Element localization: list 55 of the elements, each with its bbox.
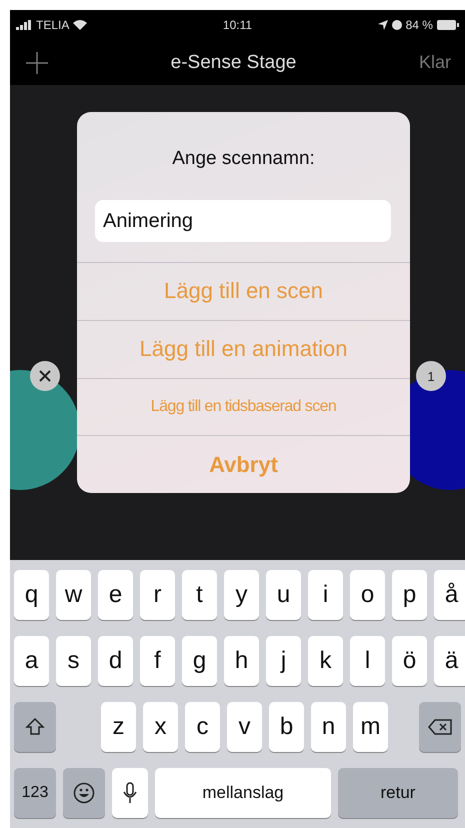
shift-icon [25,717,45,737]
key[interactable]: l [350,636,385,686]
clock-time: 10:11 [222,18,252,32]
key[interactable]: q [14,570,49,620]
key[interactable]: z [101,702,136,752]
screen-title: e-Sense Stage [170,52,296,74]
key[interactable]: v [227,702,262,752]
key[interactable]: w [56,570,91,620]
location-icon [378,20,388,30]
key[interactable]: x [143,702,178,752]
emoji-key[interactable] [63,768,105,818]
backspace-key[interactable] [419,702,461,752]
microphone-icon [123,782,137,804]
count-badge: 1 [416,361,446,391]
battery-percent: 84 % [406,18,433,32]
key[interactable]: k [308,636,343,686]
key[interactable]: m [353,702,388,752]
key[interactable]: g [182,636,217,686]
dialog-title: Ange scennamn: [171,147,316,171]
key[interactable]: i [308,570,343,620]
dictation-key[interactable] [112,768,148,818]
signal-icon [16,20,32,30]
key[interactable]: f [140,636,175,686]
add-icon[interactable] [26,52,48,74]
smiley-icon [73,782,95,804]
key[interactable]: ä [434,636,465,686]
shift-key[interactable] [14,702,56,752]
key[interactable]: y [224,570,259,620]
key[interactable]: j [266,636,301,686]
key[interactable]: p [392,570,427,620]
key[interactable]: b [269,702,304,752]
wifi-icon [73,20,88,30]
close-badge[interactable] [30,361,60,391]
key[interactable]: å [434,570,465,620]
done-button[interactable]: Klar [418,52,451,73]
key[interactable]: n [311,702,346,752]
key[interactable]: o [350,570,385,620]
key[interactable]: u [266,570,301,620]
backspace-icon [428,719,452,735]
key[interactable]: c [185,702,220,752]
key[interactable]: a [14,636,49,686]
key[interactable]: t [182,570,217,620]
key[interactable]: e [98,570,133,620]
scene-name-field[interactable]: Animering [95,200,391,242]
return-key[interactable]: retur [338,768,458,818]
close-icon [39,370,51,382]
carrier-name: TELIA [36,18,70,32]
key[interactable]: r [140,570,175,620]
key[interactable]: d [98,636,133,686]
numbers-key[interactable]: 123 [14,768,56,818]
space-key[interactable]: mellanslag [155,768,331,818]
battery-icon [436,20,459,30]
key[interactable]: h [224,636,259,686]
key[interactable]: s [56,636,91,686]
key[interactable]: ö [392,636,427,686]
